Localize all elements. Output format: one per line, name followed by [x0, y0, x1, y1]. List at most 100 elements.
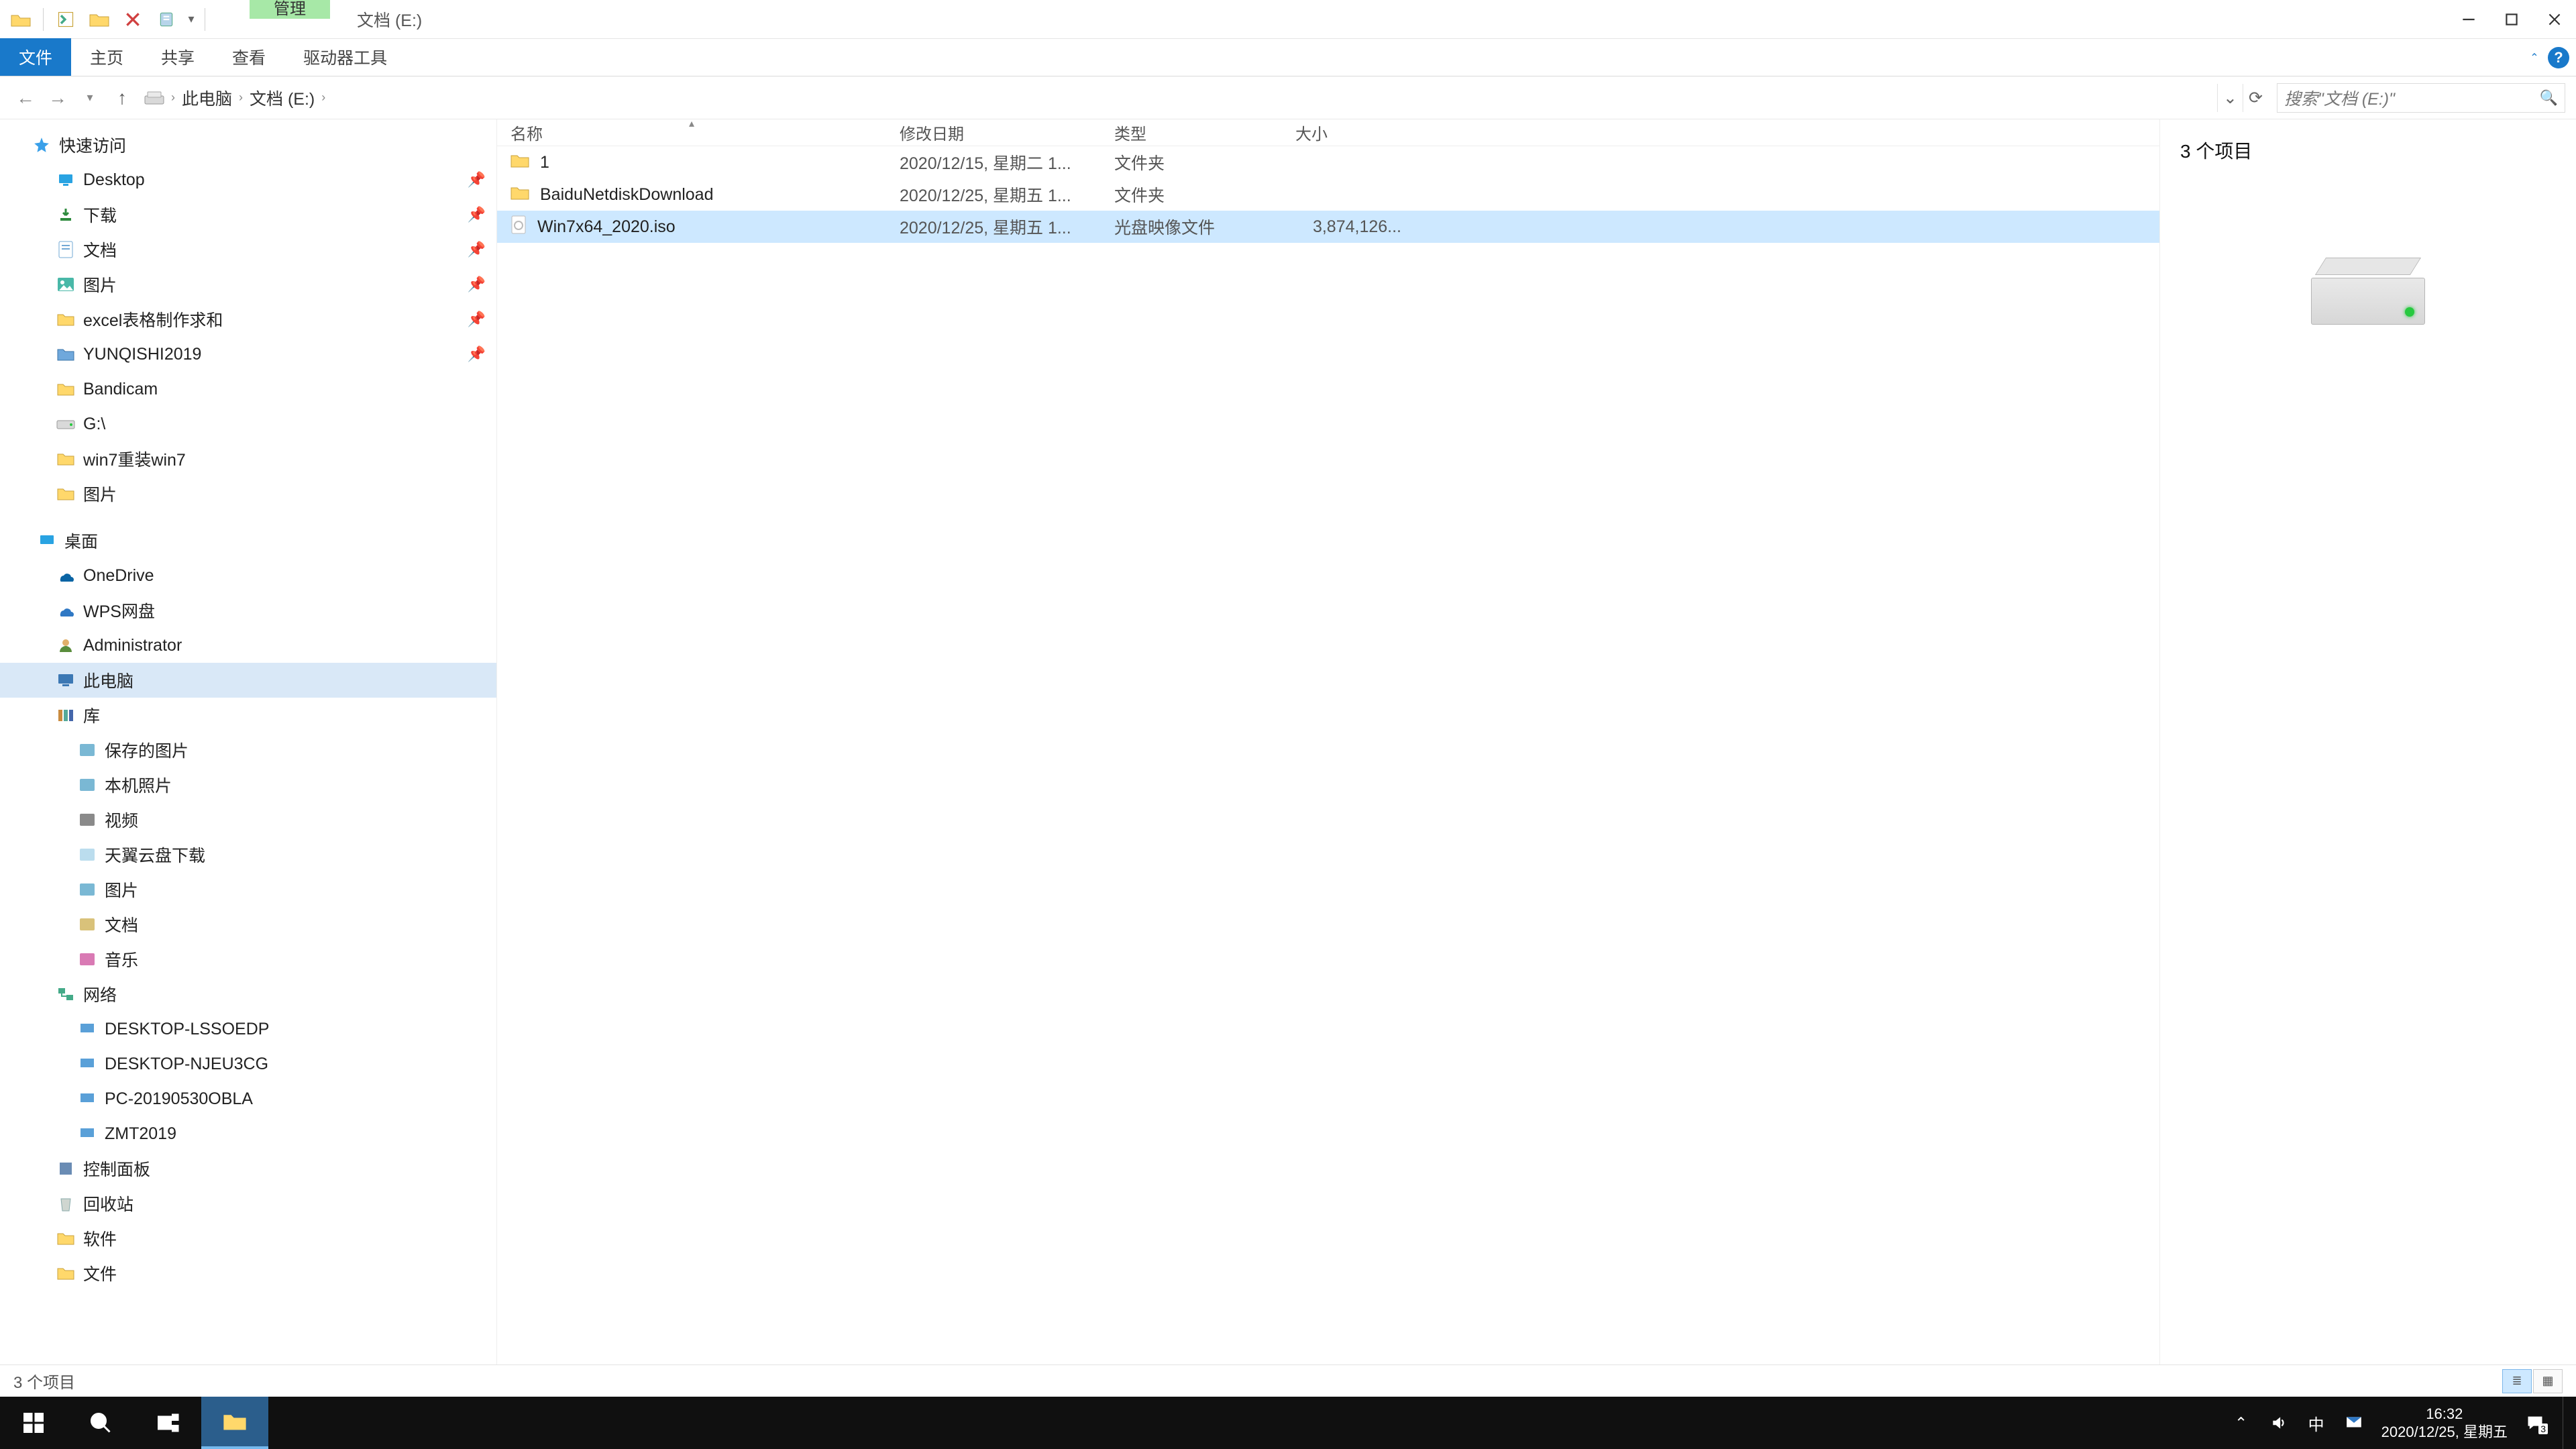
folder-icon: [56, 1264, 75, 1283]
nav-qa-excel[interactable]: excel表格制作求和📌: [0, 302, 496, 337]
nav-lib-tianyi[interactable]: 天翼云盘下载: [0, 837, 496, 872]
nav-recent-chevron-icon[interactable]: ▾: [75, 83, 105, 113]
nav-user-admin[interactable]: Administrator: [0, 628, 496, 663]
column-header-date[interactable]: 修改日期: [886, 121, 1101, 144]
nav-software[interactable]: 软件: [0, 1221, 496, 1256]
pictures-icon: [56, 275, 75, 294]
task-view-button[interactable]: [134, 1397, 201, 1449]
nav-qa-documents[interactable]: 文档📌: [0, 232, 496, 267]
navigation-pane[interactable]: 快速访问 Desktop📌 下载📌 文档📌 图片📌 excel表格制作求和📌 Y…: [0, 119, 496, 1364]
nav-net-pc4[interactable]: ZMT2019: [0, 1116, 496, 1151]
pin-icon[interactable]: 📌: [468, 206, 486, 223]
nav-libraries[interactable]: 库: [0, 698, 496, 733]
pin-icon[interactable]: 📌: [468, 276, 486, 293]
nav-net-pc3[interactable]: PC-20190530OBLA: [0, 1081, 496, 1116]
nav-qa-pictures[interactable]: 图片📌: [0, 267, 496, 302]
search-icon[interactable]: 🔍: [2540, 89, 2558, 107]
show-desktop-button[interactable]: [2563, 1397, 2571, 1449]
breadcrumb-this-pc[interactable]: 此电脑: [182, 86, 232, 110]
breadcrumb-chevron-icon[interactable]: ›: [315, 91, 332, 105]
qat-app-icon[interactable]: [5, 4, 36, 35]
ribbon-tab-file[interactable]: 文件: [0, 38, 71, 76]
nav-onedrive[interactable]: OneDrive: [0, 558, 496, 593]
column-header-name[interactable]: ▴名称: [497, 121, 886, 144]
address-bar[interactable]: › 此电脑 › 文档 (E:) › ⌄ ⟳: [140, 83, 2269, 113]
computer-icon: [78, 1055, 97, 1073]
help-button[interactable]: ?: [2548, 47, 2569, 68]
nav-recycle-bin[interactable]: 回收站: [0, 1186, 496, 1221]
pin-icon[interactable]: 📌: [468, 311, 486, 328]
taskbar-explorer-button[interactable]: [201, 1397, 268, 1449]
close-button[interactable]: [2533, 0, 2576, 39]
file-row[interactable]: Win7x64_2020.iso2020/12/25, 星期五 1...光盘映像…: [497, 211, 2159, 243]
nav-net-pc1[interactable]: DESKTOP-LSSOEDP: [0, 1012, 496, 1046]
desktop-icon: [56, 170, 75, 189]
tray-overflow-chevron-icon[interactable]: ⌃: [2231, 1413, 2251, 1433]
address-history-chevron-icon[interactable]: ⌄: [2217, 84, 2243, 112]
nav-lib-savedpics[interactable]: 保存的图片: [0, 733, 496, 767]
breadcrumb-chevron-icon[interactable]: ›: [232, 91, 250, 105]
nav-item-label: Desktop: [83, 170, 145, 190]
taskbar-search-button[interactable]: [67, 1397, 134, 1449]
nav-qa-downloads[interactable]: 下载📌: [0, 197, 496, 232]
nav-forward-button[interactable]: →: [43, 83, 72, 113]
nav-lib-music[interactable]: 音乐: [0, 942, 496, 977]
downloads-icon: [56, 205, 75, 224]
nav-quick-access[interactable]: 快速访问: [0, 127, 496, 162]
ribbon-tab-drivetools[interactable]: 驱动器工具: [284, 38, 406, 76]
volume-icon[interactable]: [2269, 1413, 2289, 1433]
nav-qa-drive-g[interactable]: G:\: [0, 407, 496, 441]
refresh-button[interactable]: ⟳: [2243, 84, 2268, 112]
ribbon-tab-view[interactable]: 查看: [213, 38, 284, 76]
nav-this-pc[interactable]: 此电脑: [0, 663, 496, 698]
ribbon-collapse-chevron-icon[interactable]: ⌃: [2525, 48, 2544, 67]
nav-qa-desktop[interactable]: Desktop 📌: [0, 162, 496, 197]
nav-lib-videos[interactable]: 视频: [0, 802, 496, 837]
file-row[interactable]: BaiduNetdiskDownload2020/12/25, 星期五 1...…: [497, 178, 2159, 211]
qat-properties-icon[interactable]: [50, 4, 81, 35]
nav-wps[interactable]: WPS网盘: [0, 593, 496, 628]
ribbon-tab-home[interactable]: 主页: [71, 38, 142, 76]
taskbar-clock[interactable]: 16:32 2020/12/25, 星期五: [2381, 1405, 2508, 1442]
nav-network[interactable]: 网络: [0, 977, 496, 1012]
nav-control-panel[interactable]: 控制面板: [0, 1151, 496, 1186]
action-center-button[interactable]: 3: [2525, 1413, 2545, 1433]
qat-delete-icon[interactable]: [117, 4, 148, 35]
nav-lib-documents[interactable]: 文档: [0, 907, 496, 942]
nav-desktop-root[interactable]: 桌面: [0, 523, 496, 558]
nav-net-pc2[interactable]: DESKTOP-NJEU3CG: [0, 1046, 496, 1081]
view-large-icons-button[interactable]: ▦: [2533, 1369, 2563, 1393]
pin-icon[interactable]: 📌: [468, 171, 486, 189]
column-header-size[interactable]: 大小: [1282, 121, 1409, 144]
nav-qa-win7reinstall[interactable]: win7重装win7: [0, 441, 496, 476]
maximize-button[interactable]: [2490, 0, 2533, 39]
tray-app-icon[interactable]: [2344, 1413, 2364, 1433]
nav-back-button[interactable]: ←: [11, 83, 40, 113]
qat-rename-icon[interactable]: [151, 4, 182, 35]
pin-icon[interactable]: 📌: [468, 241, 486, 258]
view-details-button[interactable]: ≣: [2502, 1369, 2532, 1393]
breadcrumb-chevron-icon[interactable]: ›: [164, 91, 182, 105]
nav-qa-bandicam[interactable]: Bandicam: [0, 372, 496, 407]
qat-customize-chevron-icon[interactable]: ▾: [184, 4, 198, 35]
pin-icon[interactable]: 📌: [468, 345, 486, 363]
computer-icon: [78, 1089, 97, 1108]
qat-new-folder-icon[interactable]: [84, 4, 115, 35]
file-row[interactable]: 12020/12/15, 星期二 1...文件夹: [497, 146, 2159, 178]
start-button[interactable]: [0, 1397, 67, 1449]
nav-files[interactable]: 文件: [0, 1256, 496, 1291]
status-bar: 3 个项目 ≣ ▦: [0, 1364, 2576, 1397]
breadcrumb-current[interactable]: 文档 (E:): [250, 86, 315, 110]
ribbon-tab-share[interactable]: 共享: [142, 38, 213, 76]
nav-lib-pictures[interactable]: 图片: [0, 872, 496, 907]
nav-qa-yunqishi[interactable]: YUNQISHI2019📌: [0, 337, 496, 372]
nav-lib-localphotos[interactable]: 本机照片: [0, 767, 496, 802]
nav-qa-pictures2[interactable]: 图片: [0, 476, 496, 511]
ime-indicator[interactable]: 中: [2306, 1413, 2326, 1433]
search-box[interactable]: 搜索"文档 (E:)" 🔍: [2277, 83, 2565, 113]
nav-up-button[interactable]: ↑: [107, 83, 137, 113]
column-header-type[interactable]: 类型: [1101, 121, 1282, 144]
window-title: 文档 (E:): [357, 7, 422, 32]
minimize-button[interactable]: [2447, 0, 2490, 39]
address-root-icon[interactable]: [144, 91, 164, 105]
